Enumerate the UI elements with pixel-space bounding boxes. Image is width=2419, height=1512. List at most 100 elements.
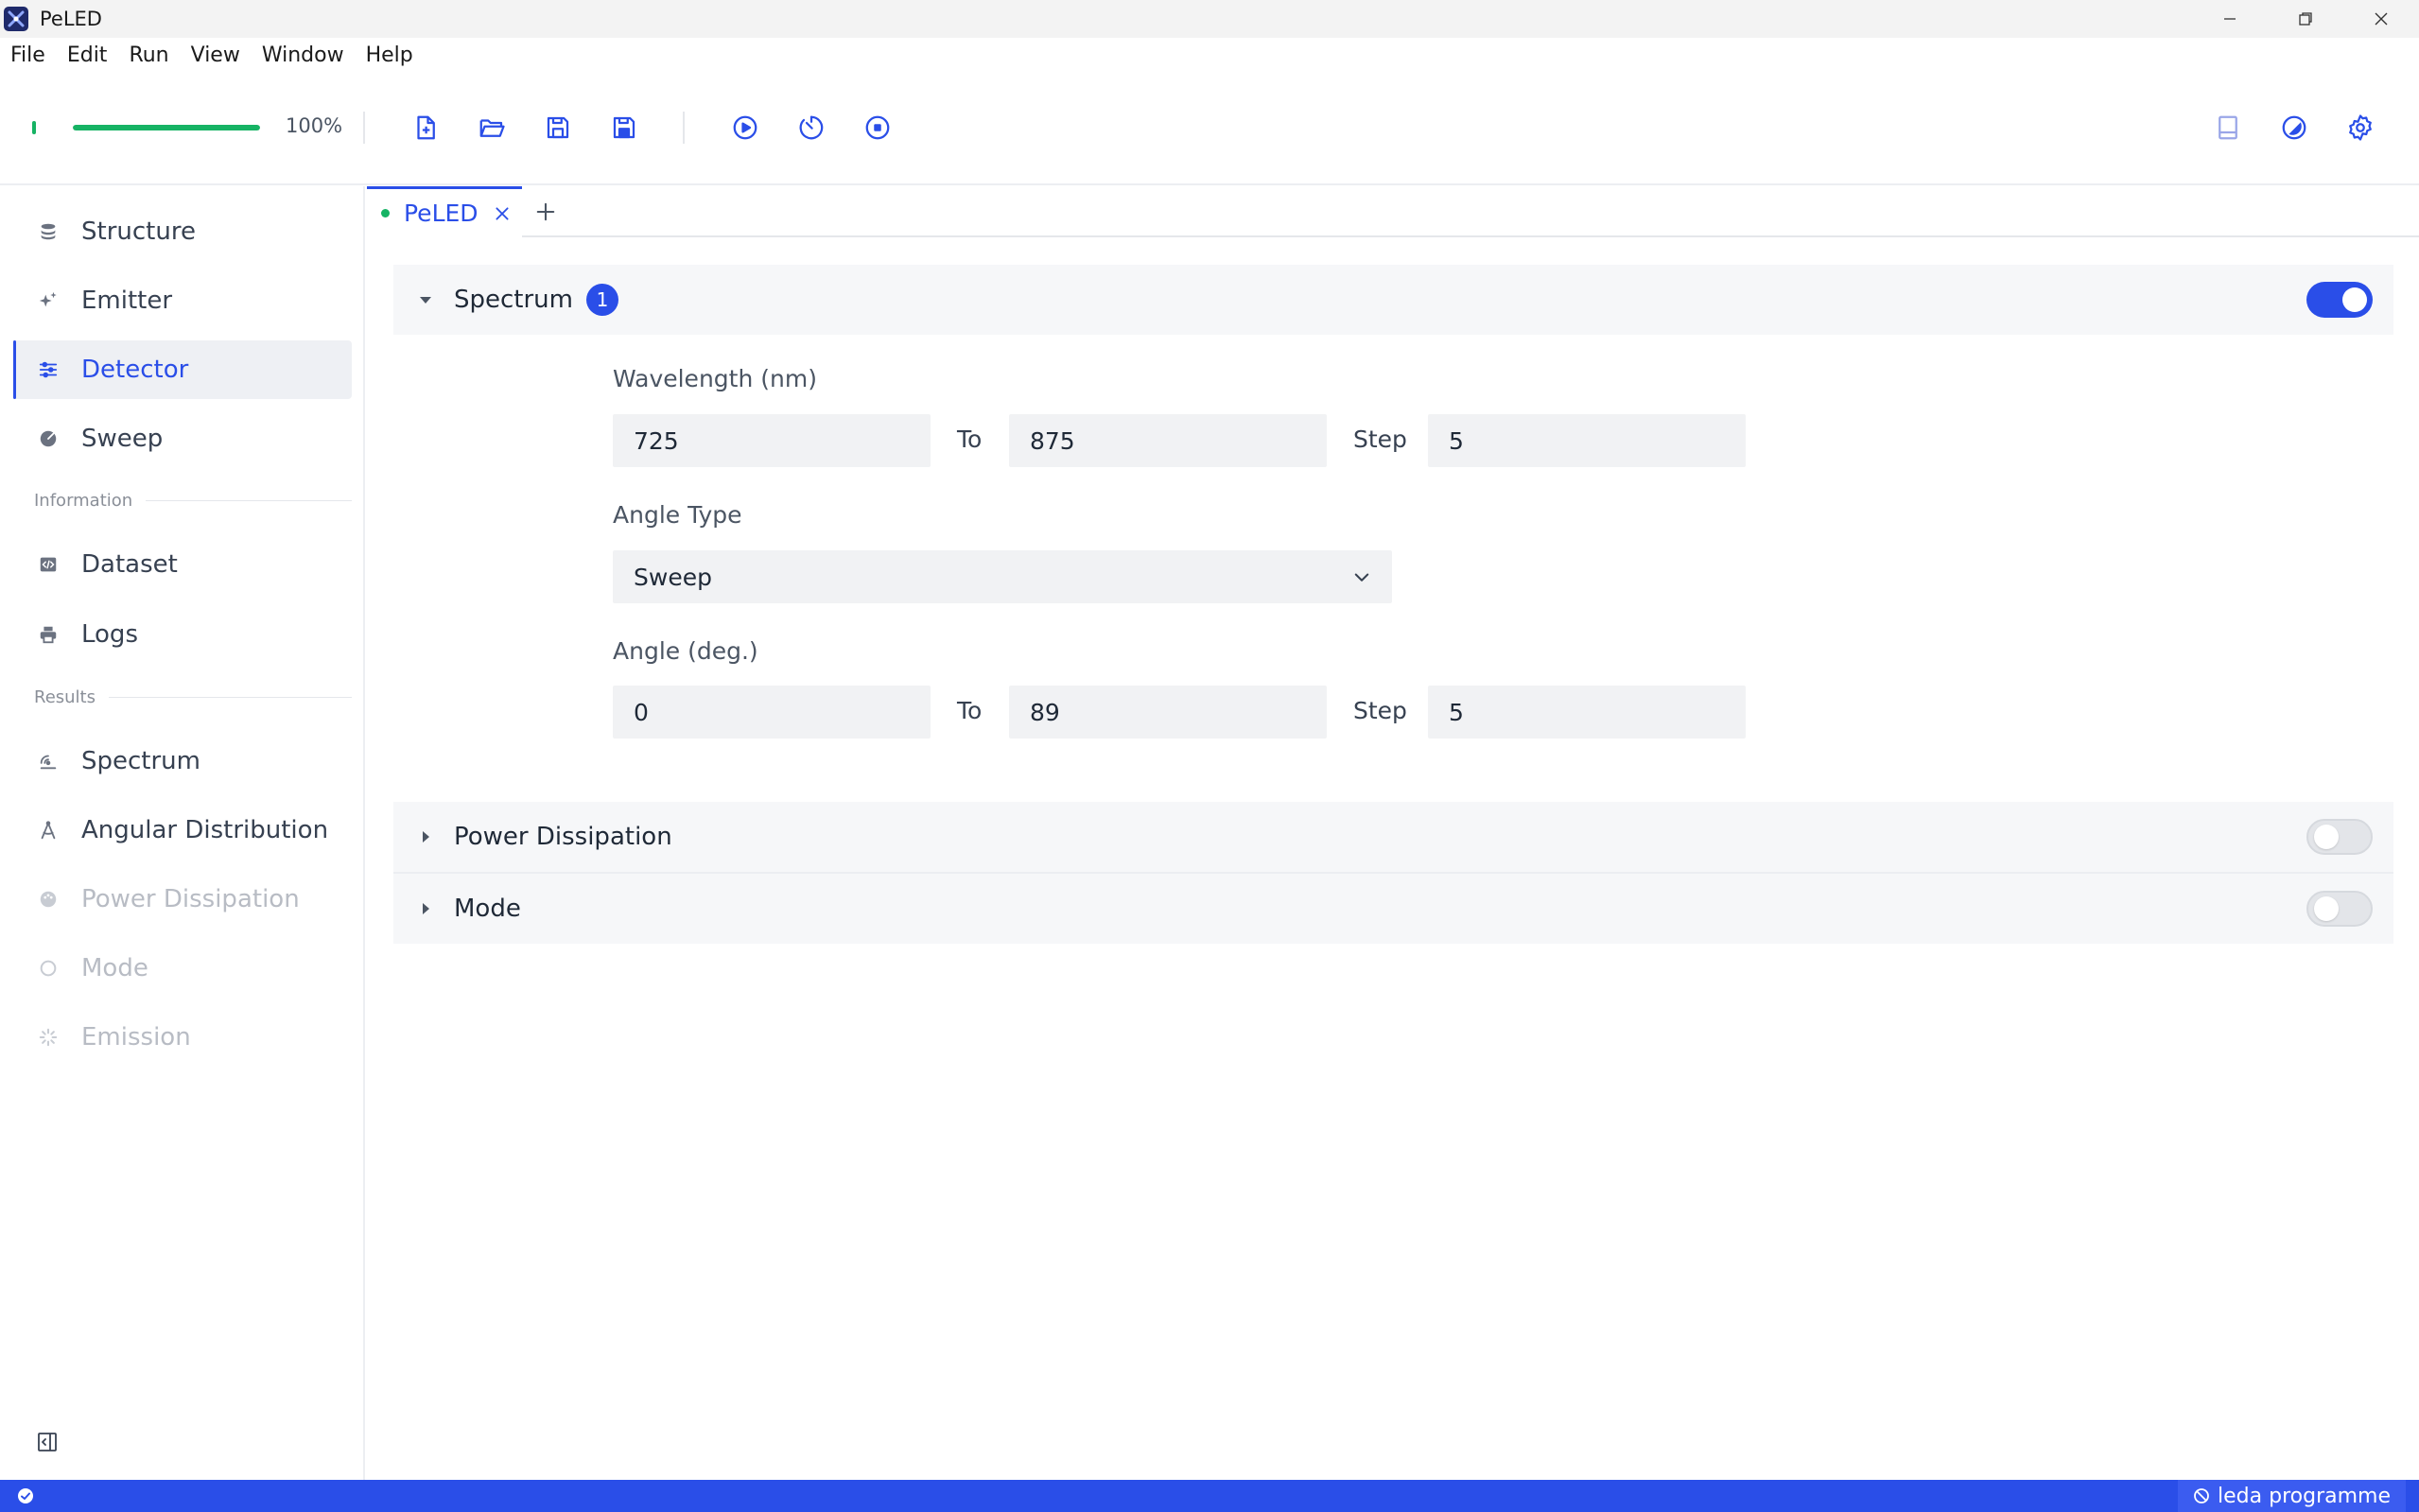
run-button[interactable] [727, 110, 763, 146]
wavelength-from-input[interactable]: 725 [613, 414, 931, 467]
power-dissipation-toggle[interactable] [2306, 819, 2373, 855]
mode-section-title: Mode [454, 895, 521, 923]
to-label: To [957, 426, 983, 453]
status-bar: leda programme [0, 1480, 2419, 1512]
sidebar-collapse-icon [38, 1433, 57, 1451]
sidebar-item-results-spectrum[interactable]: Spectrum [13, 732, 352, 791]
sweep-icon [36, 426, 61, 451]
theme-icon [2282, 115, 2306, 140]
sidebar-item-label: Emitter [81, 287, 173, 315]
menu-run[interactable]: Run [129, 43, 168, 67]
palette-icon [36, 887, 61, 912]
progress-fill [73, 125, 260, 130]
theme-toggle-button[interactable] [2276, 110, 2312, 146]
power-dissipation-section-header[interactable]: Power Dissipation [393, 802, 2393, 872]
save-as-button[interactable] [606, 110, 642, 146]
play-circle-icon [733, 115, 757, 140]
minimize-button[interactable] [2192, 0, 2268, 38]
tab-peled[interactable]: PeLED [367, 186, 522, 237]
window-controls [2192, 0, 2419, 38]
stop-circle-icon [865, 115, 890, 140]
angle-type-value: Sweep [634, 563, 712, 591]
close-window-button[interactable] [2343, 0, 2419, 38]
tab-bar: PeLED [367, 186, 2419, 237]
menu-window[interactable]: Window [262, 43, 344, 67]
compass-angle-icon [36, 818, 61, 843]
tab-status-dot [381, 209, 390, 217]
spectrum-section-title: Spectrum [454, 286, 573, 314]
progress-indicator [32, 121, 36, 134]
add-tab-button[interactable] [533, 200, 558, 224]
sidebar-item-detector[interactable]: Detector [13, 340, 352, 399]
toolbar-divider [363, 112, 365, 144]
save-button[interactable] [540, 110, 576, 146]
toggle-knob [2342, 287, 2367, 312]
menu-file[interactable]: File [10, 43, 45, 67]
wavelength-label: Wavelength (nm) [613, 365, 817, 392]
menu-view[interactable]: View [191, 43, 240, 67]
sidebar-item-label: Mode [81, 954, 148, 982]
sidebar-item-sweep[interactable]: Sweep [13, 409, 352, 468]
step-label: Step [1353, 426, 1407, 453]
angle-from-input[interactable]: 0 [613, 686, 931, 739]
timer-button[interactable] [793, 110, 829, 146]
mode-section-header[interactable]: Mode [393, 874, 2393, 944]
tab-close-button[interactable] [492, 203, 513, 224]
sidebar-item-label: Spectrum [81, 747, 200, 775]
status-right-text: leda programme [2218, 1484, 2391, 1508]
sidebar-item-logs[interactable]: Logs [13, 605, 352, 664]
angle-type-label: Angle Type [613, 501, 742, 529]
sidebar-item-mode[interactable]: Mode [13, 939, 352, 998]
layers-icon [36, 219, 61, 244]
ring-icon [36, 956, 61, 981]
sliders-icon [36, 357, 61, 382]
toolbar-divider [683, 112, 685, 144]
caret-right-icon [416, 827, 435, 846]
section-title-text: Results [34, 687, 96, 707]
block-icon [2194, 1488, 2209, 1503]
sidebar-item-structure[interactable]: Structure [13, 202, 352, 261]
status-right-item[interactable]: leda programme [2178, 1480, 2406, 1512]
sidebar-item-angular-distribution[interactable]: Angular Distribution [13, 801, 352, 860]
stop-button[interactable] [860, 110, 896, 146]
gear-icon [2349, 114, 2372, 141]
collapse-sidebar-button[interactable] [34, 1429, 61, 1455]
sidebar-item-emission[interactable]: Emission [13, 1008, 352, 1067]
caret-right-icon [416, 899, 435, 918]
settings-button[interactable] [2342, 110, 2378, 146]
sidebar-item-emitter[interactable]: Emitter [13, 271, 352, 330]
folder-open-icon [479, 119, 505, 137]
menu-help[interactable]: Help [366, 43, 413, 67]
sidebar-item-dataset[interactable]: Dataset [13, 535, 352, 594]
new-file-button[interactable] [408, 110, 444, 146]
menu-bar: File Edit Run View Window Help [0, 38, 2419, 72]
spectrum-section-body: Wavelength (nm) 725 To 875 Step 5 Angle … [393, 335, 2393, 802]
close-icon [496, 206, 509, 220]
panel-layout-button[interactable] [2210, 110, 2246, 146]
open-folder-button[interactable] [474, 110, 510, 146]
new-file-icon [417, 115, 435, 140]
sidebar-item-label: Power Dissipation [81, 885, 300, 913]
power-dissipation-section-title: Power Dissipation [454, 823, 672, 851]
spectrum-icon [36, 749, 61, 773]
count-badge: 1 [586, 284, 618, 316]
sidebar-item-power-dissipation[interactable]: Power Dissipation [13, 870, 352, 929]
spectrum-toggle[interactable] [2306, 282, 2373, 318]
angle-type-select[interactable]: Sweep [613, 550, 1392, 603]
sidebar-item-label: Detector [81, 356, 189, 384]
section-information: Information [34, 491, 352, 511]
section-divider [109, 697, 352, 698]
wavelength-to-input[interactable]: 875 [1009, 414, 1327, 467]
angle-step-input[interactable]: 5 [1428, 686, 1746, 739]
sidebar-item-label: Logs [81, 620, 138, 649]
sidebar-item-label: Angular Distribution [81, 816, 329, 844]
restore-button[interactable] [2268, 0, 2343, 38]
mode-toggle[interactable] [2306, 891, 2373, 927]
wavelength-step-input[interactable]: 5 [1428, 414, 1746, 467]
progress-text: 100% [286, 114, 343, 137]
timer-icon [799, 115, 824, 140]
sidebar: Structure Emitter Detector Sweep Informa… [0, 186, 365, 1480]
menu-edit[interactable]: Edit [67, 43, 108, 67]
angle-to-input[interactable]: 89 [1009, 686, 1327, 739]
spectrum-section-header[interactable]: Spectrum 1 [393, 265, 2393, 335]
